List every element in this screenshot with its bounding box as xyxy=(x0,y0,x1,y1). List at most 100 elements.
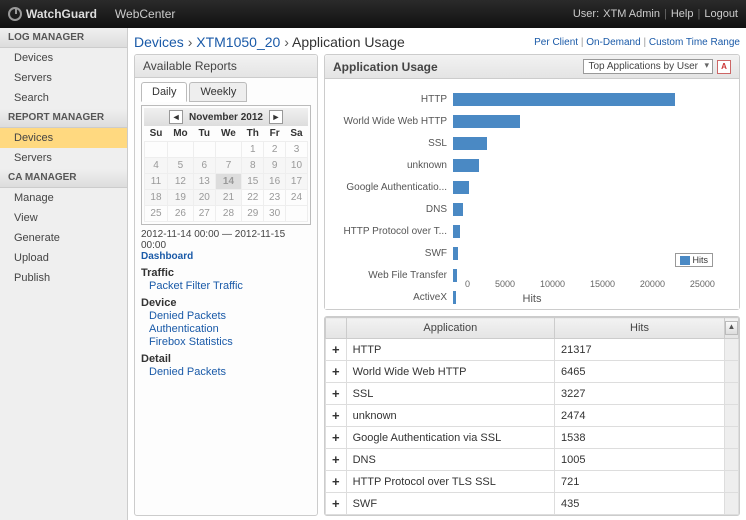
chart-title: Application Usage xyxy=(333,60,438,74)
cell-application: Google Authentication via SSL xyxy=(346,427,554,449)
cell-hits: 2474 xyxy=(555,405,725,427)
expand-icon[interactable]: + xyxy=(326,493,347,515)
sidebar-item-upload[interactable]: Upload xyxy=(0,248,127,268)
bar xyxy=(453,181,469,194)
sidebar-item-devices[interactable]: Devices xyxy=(0,128,127,148)
bar xyxy=(453,225,460,238)
cell-hits: 721 xyxy=(555,471,725,493)
custom-range-link[interactable]: Custom Time Range xyxy=(649,37,740,48)
sidebar-item-servers[interactable]: Servers xyxy=(0,148,127,168)
breadcrumb: Devices › XTM1050_20 › Application Usage xyxy=(134,34,405,50)
bar xyxy=(453,203,463,216)
sidebar: LOG MANAGERDevicesServersSearchREPORT MA… xyxy=(0,28,128,520)
legend-label: Hits xyxy=(693,255,709,265)
legend-swatch-icon xyxy=(680,256,690,265)
help-link[interactable]: Help xyxy=(671,8,694,20)
col-hits[interactable]: Hits xyxy=(555,318,725,339)
bar-label: HTTP Protocol over T... xyxy=(325,226,453,237)
expand-icon[interactable]: + xyxy=(326,427,347,449)
date-range-text: 2012-11-14 00:00 — 2012-11-15 00:00 xyxy=(141,229,311,251)
chart-legend: Hits xyxy=(675,253,714,267)
expand-icon[interactable]: + xyxy=(326,405,347,427)
x-axis-label: Hits xyxy=(325,293,739,305)
on-demand-link[interactable]: On-Demand xyxy=(586,37,640,48)
data-table: Application Hits ▲ +HTTP21317+World Wide… xyxy=(325,317,739,515)
cal-selected-day[interactable]: 14 xyxy=(215,174,242,190)
dashboard-link[interactable]: Dashboard xyxy=(141,251,193,262)
table-row: +SSL3227 xyxy=(326,383,739,405)
traffic-heading: Traffic xyxy=(141,267,311,279)
cell-hits: 1005 xyxy=(555,449,725,471)
sidebar-item-servers[interactable]: Servers xyxy=(0,68,127,88)
report-tabs: Daily Weekly xyxy=(141,82,311,102)
bar-label: Web File Transfer xyxy=(325,270,453,281)
logo: WatchGuard xyxy=(8,7,97,21)
logo-icon xyxy=(8,7,22,21)
sidebar-item-devices[interactable]: Devices xyxy=(0,48,127,68)
cell-hits: 3227 xyxy=(555,383,725,405)
calendar: ◄ November 2012 ► SuMoTuWeThFrSa 123 456… xyxy=(141,105,311,225)
table-row: +World Wide Web HTTP6465 xyxy=(326,361,739,383)
calendar-grid: SuMoTuWeThFrSa 123 45678910 111213141516… xyxy=(144,126,308,222)
sidebar-item-manage[interactable]: Manage xyxy=(0,188,127,208)
tab-weekly[interactable]: Weekly xyxy=(189,82,247,102)
cell-application: World Wide Web HTTP xyxy=(346,361,554,383)
chart-panel: Application Usage Top Applications by Us… xyxy=(324,54,740,310)
tab-daily[interactable]: Daily xyxy=(141,82,187,102)
sidebar-item-publish[interactable]: Publish xyxy=(0,268,127,288)
view-links: Per Client | On-Demand | Custom Time Ran… xyxy=(534,37,740,48)
sep: | xyxy=(664,8,667,20)
bar xyxy=(453,159,479,172)
detail-denied-link[interactable]: Denied Packets xyxy=(149,366,311,378)
per-client-link[interactable]: Per Client xyxy=(534,37,578,48)
crumb-root[interactable]: Devices xyxy=(134,34,184,50)
pdf-export-icon[interactable]: A xyxy=(717,60,731,74)
expand-icon[interactable]: + xyxy=(326,471,347,493)
firebox-stats-link[interactable]: Firebox Statistics xyxy=(149,336,311,348)
sidebar-item-view[interactable]: View xyxy=(0,208,127,228)
bar xyxy=(453,137,487,150)
table-row: +DNS1005 xyxy=(326,449,739,471)
sidebar-section-header: REPORT MANAGER xyxy=(0,108,127,128)
expand-icon[interactable]: + xyxy=(326,449,347,471)
cal-prev-icon[interactable]: ◄ xyxy=(169,110,183,124)
authentication-link[interactable]: Authentication xyxy=(149,323,311,335)
expand-icon[interactable]: + xyxy=(326,339,347,361)
detail-heading: Detail xyxy=(141,353,311,365)
cell-application: HTTP Protocol over TLS SSL xyxy=(346,471,554,493)
bar-label: unknown xyxy=(325,160,453,171)
cell-hits: 435 xyxy=(555,493,725,515)
cell-application: SSL xyxy=(346,383,554,405)
user-name[interactable]: XTM Admin xyxy=(603,8,660,20)
available-reports-panel: Available Reports Daily Weekly ◄ Novembe… xyxy=(134,54,318,516)
chart-area: HTTPWorld Wide Web HTTPSSLunknownGoogle … xyxy=(325,79,739,309)
col-application[interactable]: Application xyxy=(346,318,554,339)
brand-text: WatchGuard xyxy=(26,7,97,21)
cell-application: HTTP xyxy=(346,339,554,361)
crumb-mid[interactable]: XTM1050_20 xyxy=(196,34,280,50)
expand-icon[interactable]: + xyxy=(326,383,347,405)
bar-label: SSL xyxy=(325,138,453,149)
user-label: User: xyxy=(573,8,599,20)
sidebar-item-generate[interactable]: Generate xyxy=(0,228,127,248)
bar xyxy=(453,269,457,282)
logout-link[interactable]: Logout xyxy=(704,8,738,20)
cell-application: DNS xyxy=(346,449,554,471)
table-row: +unknown2474 xyxy=(326,405,739,427)
sidebar-section-header: LOG MANAGER xyxy=(0,28,127,48)
expand-icon[interactable]: + xyxy=(326,361,347,383)
crumb-last: Application Usage xyxy=(292,34,405,50)
cell-hits: 1538 xyxy=(555,427,725,449)
bar-label: DNS xyxy=(325,204,453,215)
table-row: +SWF435 xyxy=(326,493,739,515)
sidebar-item-search[interactable]: Search xyxy=(0,88,127,108)
sidebar-section-header: CA MANAGER xyxy=(0,168,127,188)
table-row: +HTTP21317 xyxy=(326,339,739,361)
packet-filter-link[interactable]: Packet Filter Traffic xyxy=(149,280,311,292)
table-row: +HTTP Protocol over TLS SSL721 xyxy=(326,471,739,493)
cal-next-icon[interactable]: ► xyxy=(269,110,283,124)
chart-view-select[interactable]: Top Applications by User xyxy=(583,59,713,74)
cell-application: SWF xyxy=(346,493,554,515)
denied-packets-link[interactable]: Denied Packets xyxy=(149,310,311,322)
scroll-up-icon[interactable]: ▲ xyxy=(725,321,738,335)
